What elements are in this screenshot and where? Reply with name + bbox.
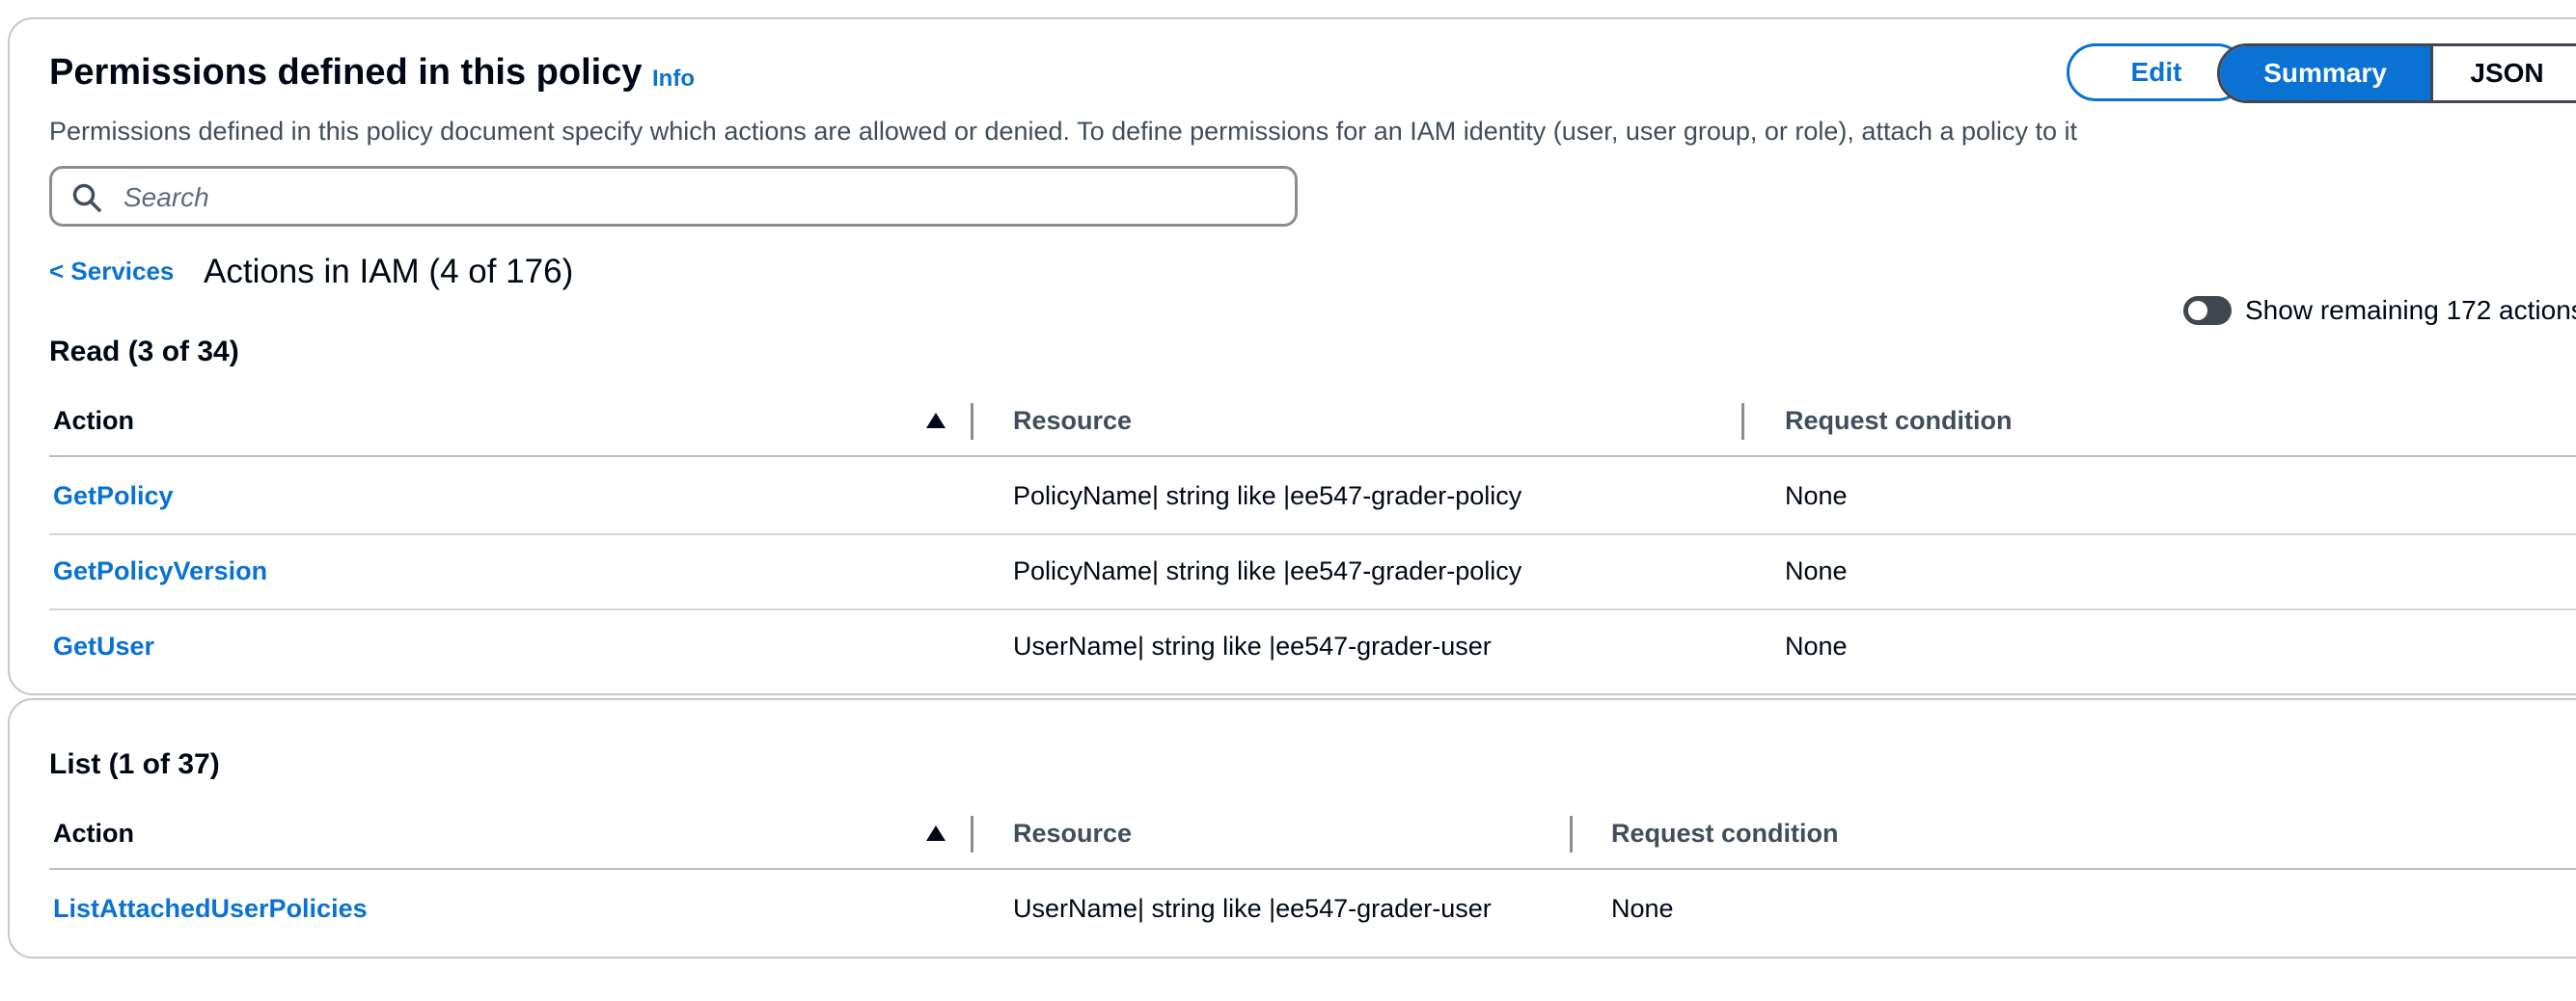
- resource-cell: UserName| string like |ee547-grader-user: [1013, 632, 1492, 661]
- actions-title: Actions in IAM (4 of 176): [204, 253, 574, 290]
- search-icon: [72, 183, 101, 212]
- resource-cell: PolicyName| string like |ee547-grader-po…: [1013, 556, 1522, 585]
- action-link-getuser[interactable]: GetUser: [53, 632, 154, 662]
- search-box: [49, 166, 1298, 227]
- row-divider: [49, 609, 2576, 610]
- toggle-knob: [2188, 301, 2207, 320]
- json-tab[interactable]: JSON: [2430, 46, 2576, 100]
- condition-cell: None: [1785, 632, 1848, 661]
- column-header-action[interactable]: Action: [53, 819, 134, 849]
- action-link-getpolicy[interactable]: GetPolicy: [53, 481, 174, 511]
- column-header-resource: Resource: [1013, 819, 1133, 848]
- column-divider[interactable]: [971, 816, 973, 852]
- condition-cell: None: [1785, 556, 1848, 585]
- page-title: Permissions defined in this policy: [49, 52, 643, 93]
- services-back-link[interactable]: < Services: [49, 257, 174, 286]
- column-header-request-condition: Request condition: [1785, 406, 2013, 435]
- column-divider[interactable]: [971, 403, 973, 440]
- list-section-title: List (1 of 37): [49, 748, 220, 780]
- column-header-resource: Resource: [1013, 406, 1133, 435]
- condition-cell: None: [1785, 481, 1848, 510]
- policy-description: Permissions defined in this policy docum…: [49, 117, 2078, 146]
- sort-ascending-icon[interactable]: [926, 825, 945, 841]
- table-header-divider: [49, 455, 2576, 457]
- column-divider[interactable]: [1570, 816, 1573, 852]
- show-remaining-toggle[interactable]: [2183, 296, 2232, 325]
- action-link-listattacheduserpolicies[interactable]: ListAttachedUserPolicies: [53, 894, 368, 924]
- read-section-title: Read (3 of 34): [49, 336, 239, 367]
- search-input[interactable]: [122, 169, 1264, 226]
- info-link[interactable]: Info: [652, 66, 695, 93]
- resource-cell: UserName| string like |ee547-grader-user: [1013, 894, 1492, 923]
- column-divider[interactable]: [1741, 403, 1744, 440]
- summary-tab[interactable]: Summary: [2220, 46, 2430, 100]
- table-header-divider: [49, 868, 2576, 870]
- view-segmented-control: Summary JSON: [2217, 43, 2576, 103]
- row-divider: [49, 533, 2576, 535]
- show-remaining-label: Show remaining 172 actions: [2245, 295, 2576, 325]
- resource-cell: PolicyName| string like |ee547-grader-po…: [1013, 481, 1522, 510]
- condition-cell: None: [1611, 894, 1674, 923]
- column-header-request-condition: Request condition: [1611, 819, 1839, 848]
- column-header-action[interactable]: Action: [53, 406, 134, 436]
- action-link-getpolicyversion[interactable]: GetPolicyVersion: [53, 556, 267, 586]
- sort-ascending-icon[interactable]: [926, 413, 945, 428]
